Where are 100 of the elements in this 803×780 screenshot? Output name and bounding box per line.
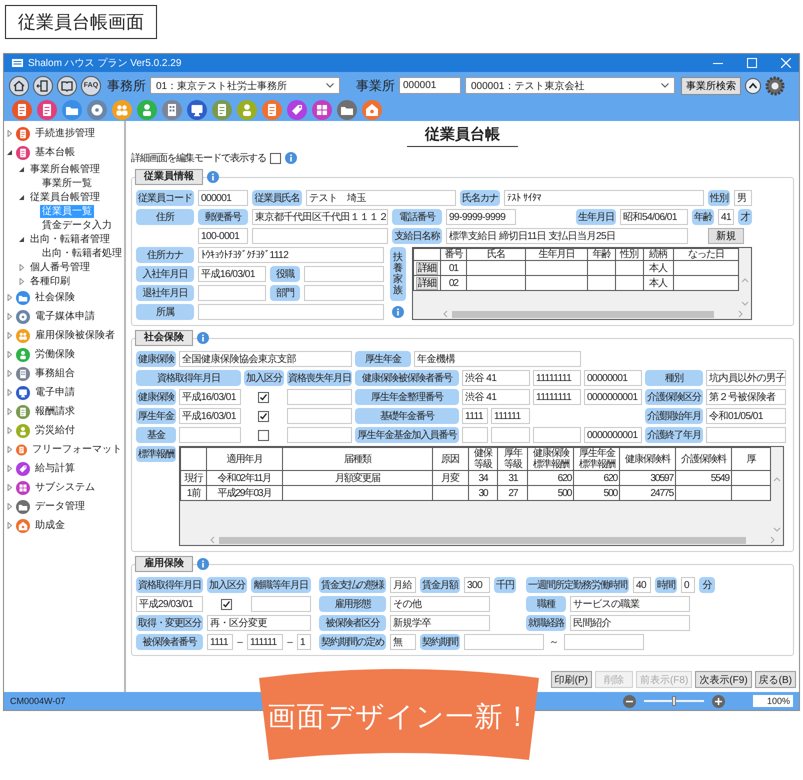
text-field[interactable] — [304, 266, 384, 282]
tree-item[interactable]: 電子媒体申請 — [33, 310, 97, 323]
text-field[interactable] — [198, 304, 384, 320]
checkbox[interactable] — [258, 392, 269, 402]
text-field[interactable] — [491, 427, 530, 443]
text-field[interactable]: 民間紹介 — [570, 615, 690, 631]
document-icon[interactable] — [212, 100, 232, 120]
text-field[interactable]: 0000000001 — [584, 427, 642, 443]
checkbox[interactable] — [258, 410, 269, 422]
zoom-in-icon[interactable] — [712, 694, 725, 708]
collapsed-arrow-icon[interactable] — [6, 332, 13, 339]
text-field[interactable]: 1 — [297, 634, 311, 650]
house-icon[interactable] — [362, 100, 382, 120]
text-field[interactable]: 1111 — [207, 634, 233, 650]
collapsed-arrow-icon[interactable] — [6, 408, 13, 415]
folder-icon[interactable] — [62, 100, 82, 120]
tree-item[interactable]: 電子申請 — [33, 386, 77, 399]
monitor-icon[interactable] — [187, 100, 207, 120]
document-icon[interactable] — [12, 100, 32, 120]
text-field[interactable]: 1111 — [462, 408, 488, 424]
chevron-down-icon[interactable] — [741, 301, 749, 306]
detail-button[interactable]: 詳細 — [416, 262, 438, 274]
text-field[interactable] — [252, 228, 388, 244]
tree-item[interactable]: 基本台帳 — [33, 146, 77, 159]
text-field[interactable]: 全国健康保険協会東京支部 — [179, 351, 352, 367]
expanded-arrow-icon[interactable] — [6, 149, 13, 156]
text-field[interactable]: ﾄｳｷｮｳﾄﾁﾖﾀﾞｸﾁﾖﾀﾞ1112 — [198, 247, 384, 263]
chevron-right-icon[interactable] — [738, 310, 743, 318]
tree-item[interactable]: 手続進捗管理 — [33, 127, 97, 140]
slider-thumb[interactable] — [672, 696, 676, 706]
collapsed-arrow-icon[interactable] — [6, 484, 13, 491]
settings-icon[interactable] — [765, 76, 785, 96]
text-field[interactable]: 11111111 — [533, 370, 581, 386]
text-field[interactable]: 無 — [390, 634, 416, 650]
checkbox[interactable] — [270, 152, 281, 164]
tree-item[interactable]: 事務組合 — [33, 367, 77, 380]
info-icon[interactable] — [285, 152, 297, 164]
tree-item[interactable]: 事業所一覧 — [40, 176, 94, 190]
site-dropdown[interactable]: 000001：テスト東京会社 — [465, 77, 675, 94]
text-field[interactable]: 平成16/03/01 — [198, 266, 266, 282]
tree-item[interactable]: 助成金 — [33, 519, 67, 532]
tree-item[interactable]: 労働保険 — [33, 348, 77, 361]
text-field[interactable]: 月給 — [390, 577, 416, 593]
collapsed-arrow-icon[interactable] — [6, 130, 13, 137]
disc-icon[interactable] — [87, 100, 107, 120]
chevron-up-icon[interactable] — [745, 78, 761, 94]
detail-button[interactable]: 詳細 — [416, 276, 438, 290]
text-field[interactable]: 渋谷 41 — [462, 370, 530, 386]
action-button[interactable]: 次表示(F9) — [695, 671, 752, 688]
collapsed-arrow-icon[interactable] — [6, 522, 13, 529]
tree-item[interactable]: 給与計算 — [33, 462, 77, 475]
text-field[interactable]: ﾃｽﾄ ｻｲﾀﾏ — [504, 190, 704, 206]
close-icon[interactable] — [781, 58, 791, 68]
text-field[interactable]: 年金機構 — [414, 351, 581, 367]
text-field[interactable]: 100-0001 — [198, 228, 248, 244]
tree-item[interactable]: 賃金データ入力 — [40, 218, 114, 232]
text-field[interactable] — [464, 634, 544, 650]
folder-icon[interactable] — [337, 100, 357, 120]
tag-icon[interactable] — [287, 100, 307, 120]
text-field[interactable]: 99-9999-9999 — [446, 209, 516, 225]
tree-item[interactable]: 雇用保険被保険者 — [33, 329, 117, 342]
new-button[interactable]: 新規 — [708, 228, 744, 244]
document-icon[interactable] — [37, 100, 57, 120]
text-field[interactable] — [287, 389, 352, 405]
text-field[interactable]: 11111111 — [533, 389, 581, 405]
text-field[interactable] — [462, 427, 488, 443]
text-field[interactable] — [564, 634, 644, 650]
text-field[interactable]: 0000000001 — [584, 389, 642, 405]
collapsed-arrow-icon[interactable] — [6, 294, 13, 301]
text-field[interactable] — [198, 285, 266, 301]
collapsed-arrow-icon[interactable] — [6, 313, 13, 320]
tree-item[interactable]: サブシステム — [33, 481, 97, 494]
text-field[interactable] — [287, 427, 352, 443]
text-field[interactable]: 平成29/03/01 — [136, 596, 203, 612]
expanded-arrow-icon[interactable] — [18, 236, 25, 242]
home-icon[interactable] — [9, 76, 29, 96]
office-dropdown[interactable]: 01：東京テスト社労士事務所 — [150, 77, 340, 94]
text-field[interactable]: 渋谷 41 — [462, 389, 530, 405]
collapsed-arrow-icon[interactable] — [6, 351, 13, 358]
maximize-icon[interactable] — [747, 58, 757, 68]
tree-item[interactable]: 出向・転籍者管理 — [28, 232, 112, 246]
chevron-left-icon[interactable] — [443, 310, 448, 318]
text-field[interactable]: 昭和54/06/01 — [620, 209, 688, 225]
text-field[interactable]: 標準支給日 締切日11日 支払日当月25日 — [446, 228, 688, 244]
door-icon[interactable] — [33, 76, 53, 96]
text-field[interactable]: 令和01/05/01 — [706, 408, 786, 424]
checkbox[interactable] — [221, 598, 232, 610]
text-field[interactable]: テスト 埼玉 — [306, 190, 456, 206]
text-field[interactable]: 男 — [734, 190, 752, 206]
text-field[interactable]: 坑内員以外の男子 — [706, 370, 786, 386]
people-icon[interactable] — [112, 100, 132, 120]
tree-item[interactable]: 社会保険 — [33, 291, 77, 304]
info-icon[interactable] — [197, 558, 209, 570]
chevron-left-icon[interactable] — [210, 536, 215, 544]
collapsed-arrow-icon[interactable] — [6, 465, 13, 472]
chevron-right-icon[interactable] — [770, 536, 775, 544]
text-field[interactable] — [287, 408, 352, 424]
text-field[interactable]: 40 — [633, 577, 651, 593]
expanded-arrow-icon[interactable] — [18, 166, 25, 172]
action-button[interactable]: 戻る(B) — [754, 671, 796, 688]
